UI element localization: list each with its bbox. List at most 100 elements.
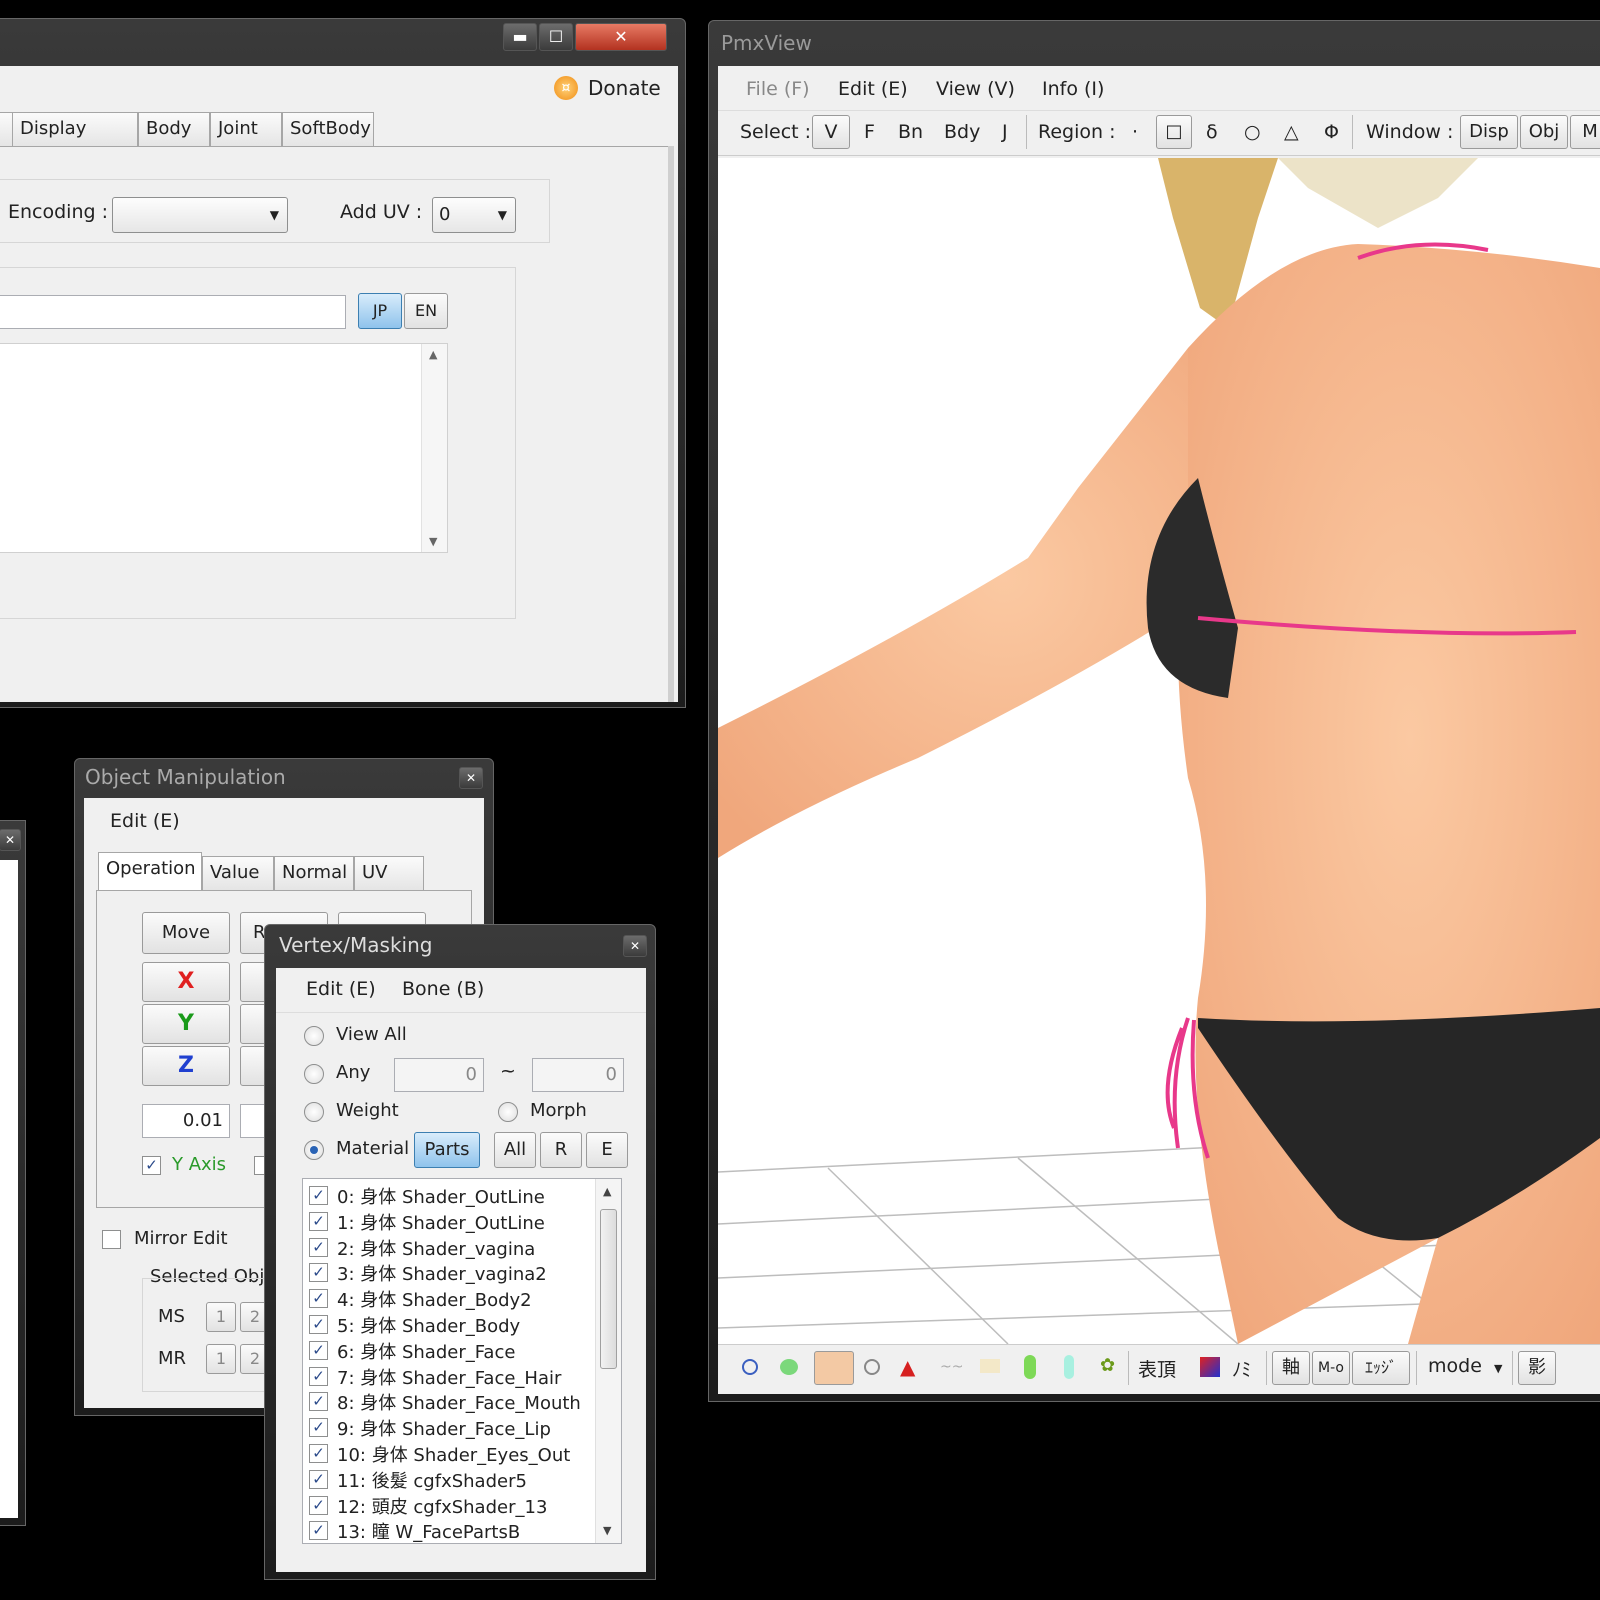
move-button[interactable]: Move bbox=[142, 912, 230, 954]
morph-radio[interactable] bbox=[498, 1102, 518, 1122]
lang-en-button[interactable]: EN bbox=[404, 293, 448, 329]
scroll-up-icon[interactable]: ▲ bbox=[603, 1185, 611, 1198]
axis-toggle-button[interactable]: 軸 bbox=[1272, 1351, 1310, 1385]
lang-jp-button[interactable]: JP bbox=[358, 293, 402, 329]
material-visible-checkbox[interactable]: ✓ bbox=[309, 1289, 328, 1309]
tab-display-pane[interactable]: Display Pane bbox=[12, 112, 138, 171]
select-vertex-button[interactable]: V bbox=[812, 115, 850, 149]
material-visible-checkbox[interactable]: ✓ bbox=[309, 1521, 328, 1541]
material-visible-checkbox[interactable]: ✓ bbox=[309, 1392, 328, 1412]
tab-softbody[interactable]: SoftBody bbox=[282, 112, 374, 146]
material-visible-checkbox[interactable]: ✓ bbox=[309, 1315, 328, 1334]
material-radio[interactable] bbox=[304, 1140, 324, 1160]
main-editor-scrollbar[interactable] bbox=[668, 146, 674, 702]
parts-button[interactable]: Parts bbox=[414, 1132, 480, 1168]
select-joint-button[interactable]: J bbox=[1002, 121, 1008, 143]
material-visible-checkbox[interactable]: ✓ bbox=[309, 1340, 328, 1360]
material-visible-checkbox[interactable]: ✓ bbox=[309, 1469, 328, 1489]
window-disp-button[interactable]: Disp bbox=[1460, 115, 1518, 149]
mr-slot-1-button[interactable]: 1 bbox=[206, 1344, 236, 1374]
region-triangle-button[interactable]: △ bbox=[1284, 121, 1299, 143]
close-button[interactable]: ✕ bbox=[0, 829, 21, 851]
material-visible-checkbox[interactable]: ✓ bbox=[309, 1237, 328, 1257]
om-tab-operation[interactable]: Operation bbox=[98, 852, 202, 890]
encoding-select[interactable]: ▼ bbox=[112, 197, 288, 233]
ms-slot-1-button[interactable]: 1 bbox=[206, 1302, 236, 1332]
material-list-scrollbar[interactable]: ▲ ▼ bbox=[595, 1179, 621, 1543]
all-button[interactable]: All bbox=[494, 1132, 536, 1168]
vertex-dot-icon[interactable] bbox=[742, 1359, 758, 1375]
material-visible-checkbox[interactable]: ✓ bbox=[309, 1418, 328, 1438]
material-visible-checkbox[interactable]: ✓ bbox=[309, 1186, 328, 1205]
om-tab-normal[interactable]: Normal bbox=[274, 856, 354, 890]
material-visible-checkbox[interactable]: ✓ bbox=[309, 1495, 328, 1515]
material-visible-checkbox[interactable]: ✓ bbox=[309, 1444, 328, 1463]
om-tab-uv[interactable]: UV bbox=[354, 856, 424, 890]
vm-menu-bone[interactable]: Bone (B) bbox=[402, 978, 484, 1000]
material-visible-checkbox[interactable]: ✓ bbox=[309, 1263, 328, 1283]
edge-toggle-button[interactable]: ｴｯｼﾞ bbox=[1352, 1351, 1410, 1385]
close-button[interactable]: ✕ bbox=[459, 767, 483, 789]
nomi-toggle[interactable]: ﾉﾐ bbox=[1232, 1355, 1251, 1382]
green-capsule-icon[interactable] bbox=[1024, 1355, 1036, 1379]
menu-info[interactable]: Info (I) bbox=[1042, 78, 1104, 100]
textarea-scrollbar[interactable]: ▲ ▼ bbox=[421, 344, 447, 552]
om-menu-edit[interactable]: Edit (E) bbox=[110, 810, 180, 832]
add-uv-select[interactable]: 0 ▼ bbox=[432, 197, 516, 233]
select-body-button[interactable]: Bdy bbox=[944, 121, 980, 143]
3d-viewport[interactable] bbox=[718, 158, 1600, 1344]
window-m-button[interactable]: M bbox=[1570, 115, 1600, 149]
any-radio[interactable] bbox=[304, 1064, 324, 1084]
menu-view[interactable]: View (V) bbox=[936, 78, 1015, 100]
tab-joint[interactable]: Joint bbox=[210, 112, 282, 146]
y-axis-checkbox[interactable]: ✓ bbox=[142, 1156, 161, 1175]
material-visible-checkbox[interactable]: ✓ bbox=[309, 1366, 328, 1386]
any-from-input[interactable]: 0 bbox=[394, 1058, 484, 1092]
view-all-radio[interactable] bbox=[304, 1026, 324, 1046]
color-gradient-icon[interactable] bbox=[1200, 1357, 1220, 1377]
wire-icon[interactable]: ~~ bbox=[940, 1359, 963, 1375]
point-icon[interactable] bbox=[864, 1359, 880, 1375]
skin-display-button[interactable] bbox=[814, 1351, 854, 1385]
scroll-up-icon[interactable]: ▲ bbox=[429, 348, 437, 361]
region-circle-button[interactable]: ○ bbox=[1244, 121, 1261, 143]
close-button[interactable]: ✕ bbox=[623, 935, 647, 957]
material-visible-checkbox[interactable]: ✓ bbox=[309, 1211, 328, 1231]
faint-icon[interactable] bbox=[980, 1359, 1000, 1373]
shadow-toggle-button[interactable]: 影 bbox=[1518, 1351, 1556, 1385]
joint-icon[interactable]: ✿ bbox=[1100, 1355, 1115, 1376]
any-to-input[interactable]: 0 bbox=[532, 1058, 624, 1092]
move-z-button[interactable]: Z bbox=[142, 1046, 230, 1086]
scroll-down-icon[interactable]: ▼ bbox=[603, 1524, 611, 1537]
move-step-input[interactable]: 0.01 bbox=[142, 1104, 230, 1138]
r-button[interactable]: R bbox=[540, 1132, 582, 1168]
maximize-button[interactable]: ☐ bbox=[539, 23, 573, 51]
move-x-button[interactable]: X bbox=[142, 962, 230, 1002]
mode-dropdown[interactable]: mode ▼ bbox=[1428, 1355, 1502, 1377]
cyan-capsule-icon[interactable] bbox=[1064, 1355, 1074, 1379]
move-y-button[interactable]: Y bbox=[142, 1004, 230, 1044]
region-rect-button[interactable]: □ bbox=[1156, 115, 1192, 149]
select-bone-button[interactable]: Bn bbox=[898, 121, 923, 143]
mirror-edit-checkbox[interactable] bbox=[102, 1230, 121, 1249]
vm-menu-edit[interactable]: Edit (E) bbox=[306, 978, 376, 1000]
scroll-down-icon[interactable]: ▼ bbox=[429, 535, 437, 548]
menu-file[interactable]: File (F) bbox=[746, 78, 810, 100]
region-phi-button[interactable]: Φ bbox=[1324, 121, 1339, 143]
om-tab-value[interactable]: Value bbox=[202, 856, 274, 890]
minimize-button[interactable]: ▬ bbox=[503, 23, 537, 51]
select-face-button[interactable]: F bbox=[864, 121, 875, 143]
close-button[interactable]: ✕ bbox=[575, 23, 667, 51]
mo-toggle-button[interactable]: M-o bbox=[1312, 1351, 1350, 1385]
e-button[interactable]: E bbox=[586, 1132, 628, 1168]
scroll-thumb[interactable] bbox=[600, 1209, 617, 1369]
comment-textarea[interactable]: ▲ ▼ bbox=[0, 343, 448, 553]
weight-radio[interactable] bbox=[304, 1102, 324, 1122]
material-list[interactable]: ✓ 0: 身体 Shader_OutLine ✓ 1: 身体 Shader_OutLi… bbox=[302, 1178, 622, 1544]
name-input[interactable] bbox=[0, 295, 346, 329]
region-point-button[interactable]: · bbox=[1132, 121, 1138, 143]
menu-edit[interactable]: Edit (E) bbox=[838, 78, 908, 100]
region-lasso-button[interactable]: δ bbox=[1206, 121, 1218, 143]
hyoucho-toggle[interactable]: 表頂 bbox=[1138, 1355, 1176, 1382]
green-blob-icon[interactable] bbox=[780, 1359, 798, 1375]
